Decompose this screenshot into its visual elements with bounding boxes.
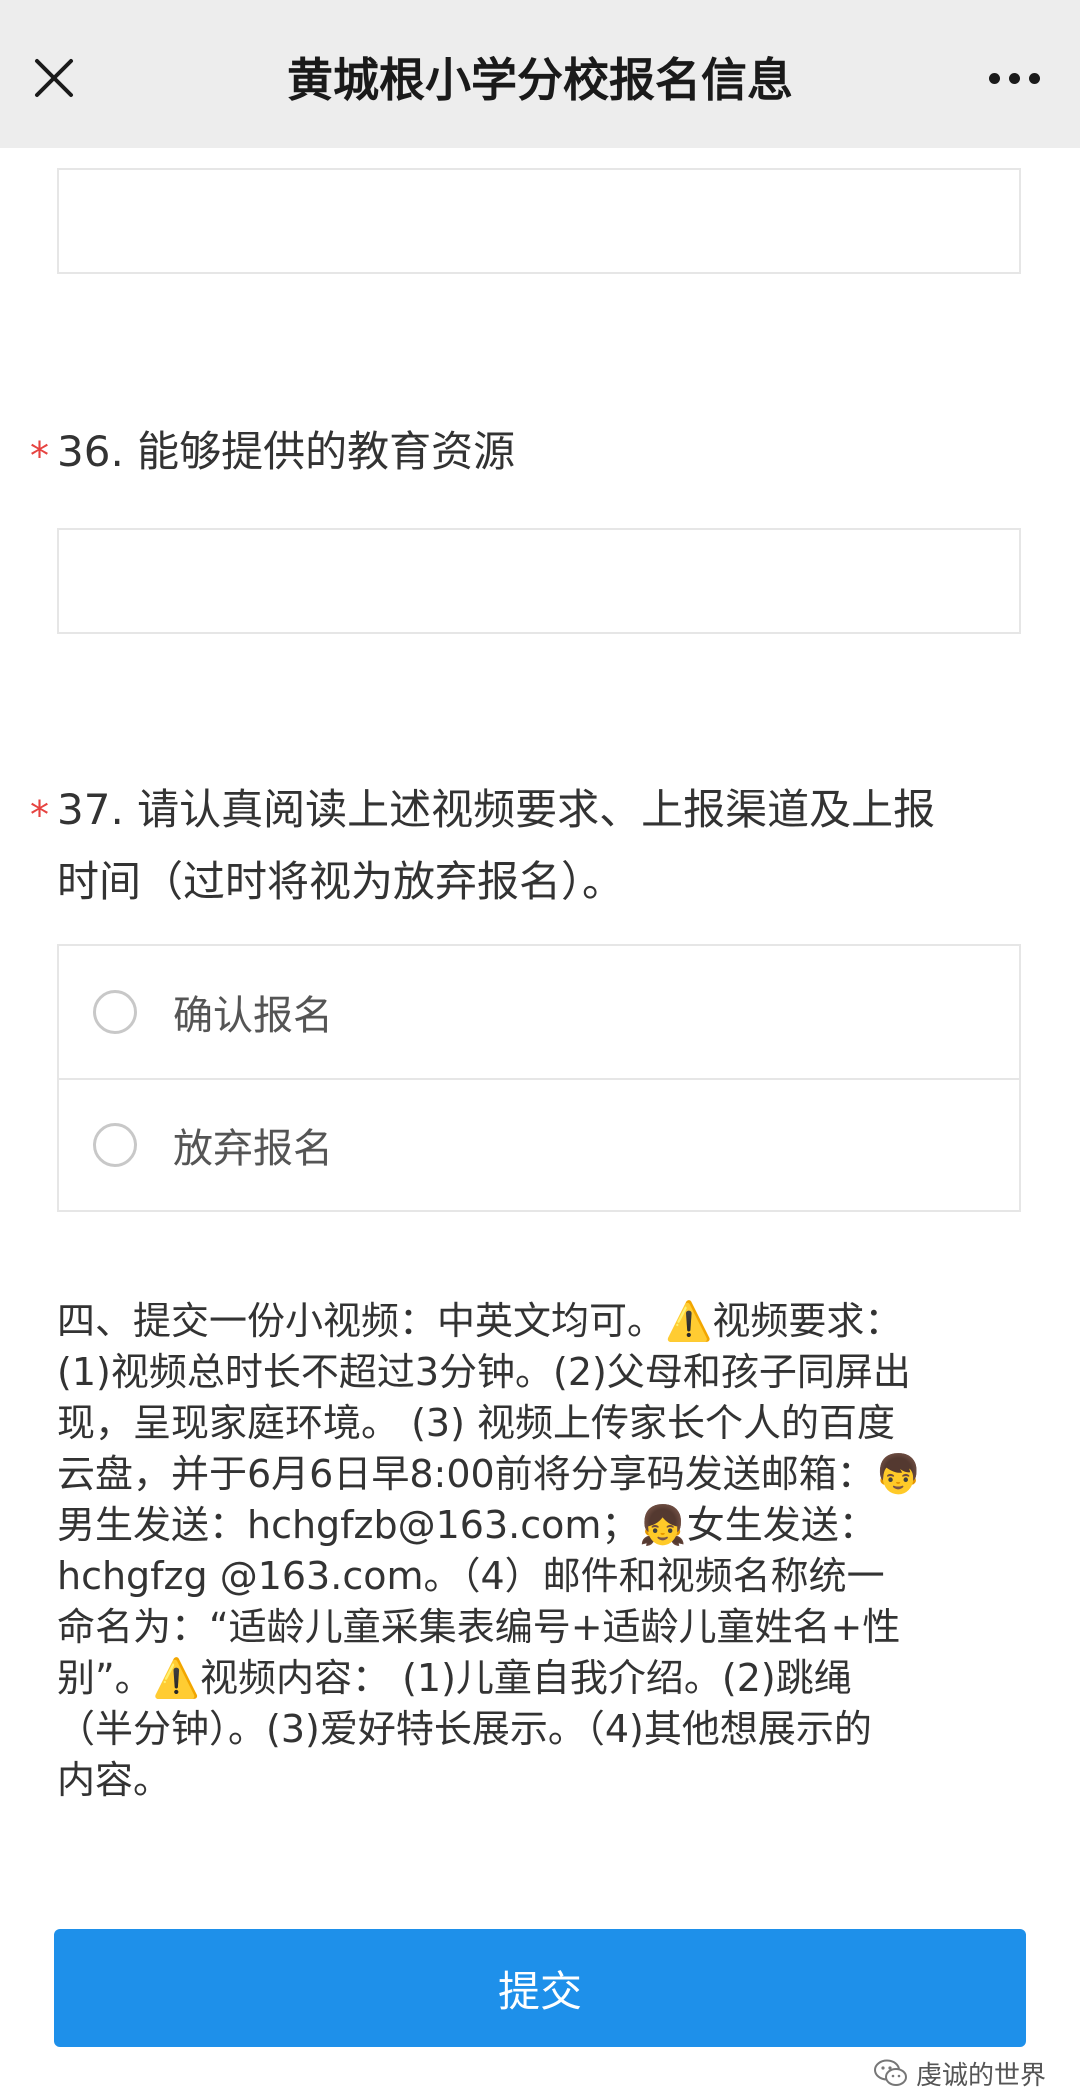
question-37-options: 确认报名 放弃报名	[57, 944, 1021, 1212]
desc-text: 女生发送：	[686, 1503, 877, 1547]
desc-line: 云盘，并于6月6日早8:00前将分享码发送邮箱：👦	[57, 1449, 1037, 1500]
option-label: 确认报名	[173, 993, 333, 1039]
video-requirements-text: 四、提交一份小视频：中英文均可。⚠️视频要求： (1)视频总时长不超过3分钟。(…	[57, 1296, 1037, 1806]
warning-icon: ⚠️	[152, 1656, 201, 1700]
desc-line: 别”。⚠️视频内容： (1)儿童自我介绍。(2)跳绳	[57, 1653, 1037, 1704]
more-dots-icon	[988, 72, 1000, 84]
desc-line: 男生发送：hchgfzb@163.com；👧女生发送：	[57, 1500, 1037, 1551]
option-abandon[interactable]: 放弃报名	[59, 1078, 1019, 1210]
girl-emoji-icon: 👧	[639, 1503, 687, 1547]
desc-text: 视频要求：	[712, 1299, 903, 1343]
watermark: 虔诚的世界	[873, 2058, 1046, 2091]
more-button[interactable]	[972, 48, 1056, 108]
close-button[interactable]	[24, 48, 84, 108]
required-mark: *	[30, 793, 49, 837]
top-nav-bar: 黄城根小学分校报名信息	[0, 0, 1080, 148]
previous-answer-input[interactable]	[57, 168, 1021, 274]
page-title: 黄城根小学分校报名信息	[287, 53, 793, 107]
warning-icon: ⚠️	[665, 1299, 713, 1343]
more-dots-icon	[1008, 72, 1020, 84]
question-36-label: 36. 能够提供的教育资源	[57, 427, 516, 476]
desc-line: hchgfzg @163.com。（4）邮件和视频名称统一	[57, 1554, 885, 1598]
watermark-text: 虔诚的世界	[915, 2060, 1046, 2091]
desc-line: 现，呈现家庭环境。 (3) 视频上传家长个人的百度	[57, 1401, 895, 1445]
question-37-label: 37. 请认真阅读上述视频要求、上报渠道及上报 时间（过时将视为放弃报名）。	[57, 774, 1027, 918]
desc-text: 云盘，并于6月6日早8:00前将分享码发送邮箱：	[57, 1452, 875, 1496]
submit-button[interactable]: 提交	[54, 1929, 1026, 2047]
desc-line: （半分钟）。(3)爱好特长展示。（4)其他想展示的	[57, 1707, 872, 1751]
question-37-line: 37. 请认真阅读上述视频要求、上报渠道及上报	[57, 785, 936, 834]
close-icon	[35, 59, 73, 97]
desc-line: (1)视频总时长不超过3分钟。(2)父母和孩子同屏出	[57, 1350, 911, 1394]
more-dots-icon	[1028, 72, 1040, 84]
wechat-icon	[873, 2059, 907, 2086]
desc-text: 别”。	[57, 1656, 153, 1700]
desc-line: 四、提交一份小视频：中英文均可。⚠️视频要求：	[57, 1296, 1037, 1347]
desc-text: 视频内容： (1)儿童自我介绍。(2)跳绳	[200, 1656, 852, 1700]
option-confirm[interactable]: 确认报名	[59, 946, 1019, 1078]
question-37-line: 时间（过时将视为放弃报名）。	[57, 857, 625, 906]
desc-line: 内容。	[57, 1758, 172, 1802]
required-mark: *	[30, 434, 49, 478]
desc-text: 四、提交一份小视频：中英文均可。	[57, 1299, 666, 1343]
question-36-input[interactable]	[57, 528, 1021, 634]
option-label: 放弃报名	[173, 1126, 333, 1172]
radio-button[interactable]	[93, 990, 137, 1034]
desc-text: 男生发送：hchgfzb@163.com；	[57, 1503, 640, 1547]
radio-button[interactable]	[93, 1123, 137, 1167]
desc-line: 命名为：“适龄儿童采集表编号+适龄儿童姓名+性	[57, 1605, 901, 1649]
boy-emoji-icon: 👦	[874, 1452, 923, 1496]
